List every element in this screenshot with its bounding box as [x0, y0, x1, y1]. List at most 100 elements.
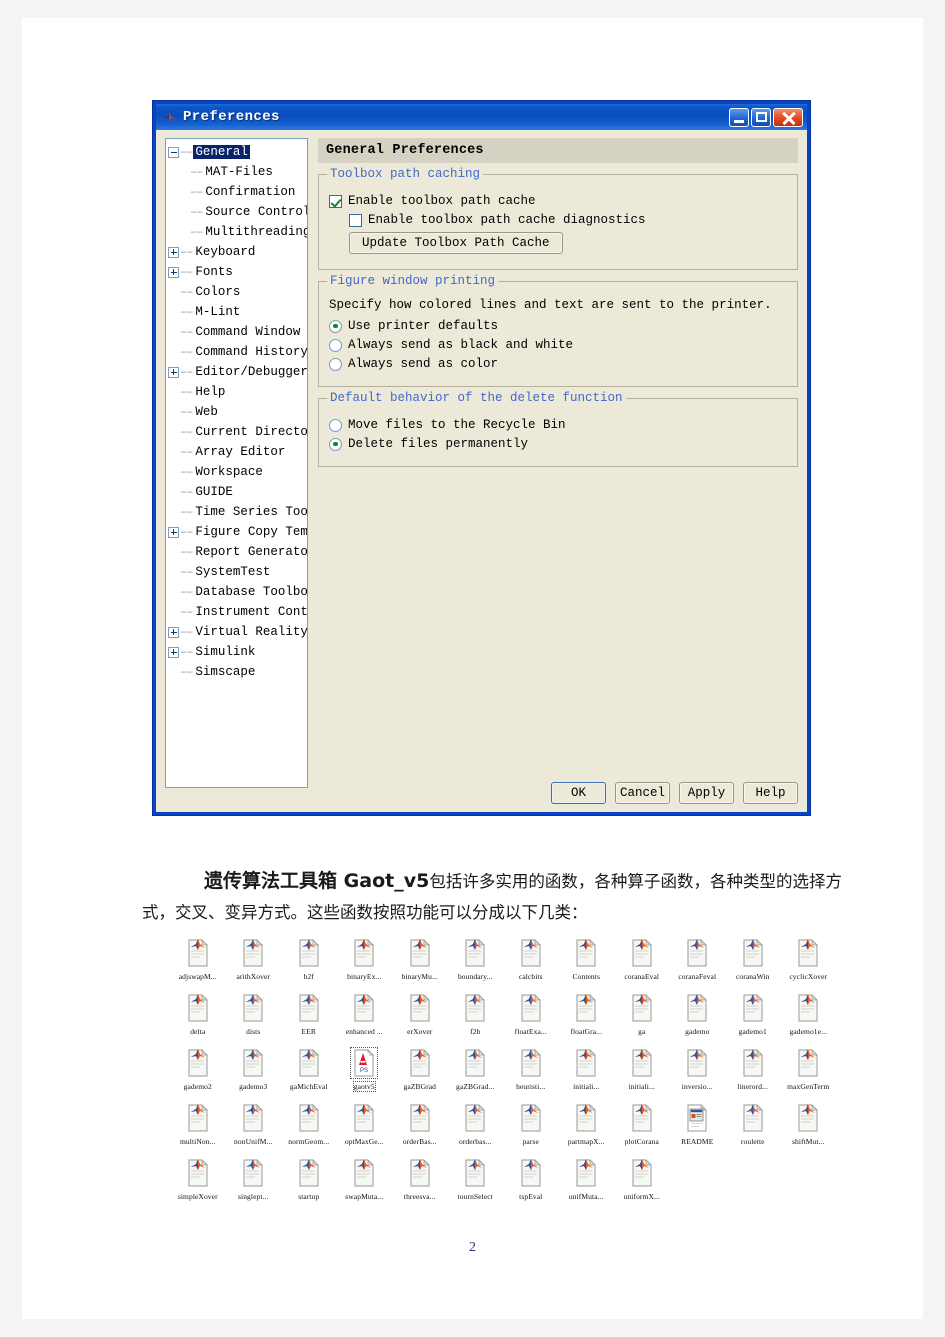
minimize-button[interactable]	[729, 107, 749, 127]
tree-item-colors[interactable]: –– Colors	[168, 282, 307, 302]
enable-diagnostics-checkbox[interactable]	[349, 213, 362, 227]
file-item[interactable]: singlept...	[226, 1155, 282, 1210]
tree-item-simscape[interactable]: –– Simscape	[168, 662, 307, 682]
file-item[interactable]: uniformX...	[614, 1155, 670, 1210]
tree-item-editor-debugger[interactable]: –– Editor/Debugger	[168, 362, 307, 382]
update-toolbox-path-cache-button[interactable]: Update Toolbox Path Cache	[349, 232, 563, 254]
radio-button[interactable]	[329, 338, 342, 352]
tree-item-figure-copy-template[interactable]: ––Figure Copy Template	[168, 522, 307, 542]
tree-item-guide[interactable]: –– GUIDE	[168, 482, 307, 502]
file-item[interactable]: tspEval	[503, 1155, 559, 1210]
file-item[interactable]: arithXover	[226, 935, 282, 990]
tree-item-command-window[interactable]: –– Command Window	[168, 322, 307, 342]
maximize-button[interactable]	[751, 107, 771, 127]
expand-icon[interactable]	[168, 646, 179, 658]
radio-option-row[interactable]: Delete files permanently	[329, 437, 787, 451]
tree-item-multithreading[interactable]: –– Multithreading	[168, 222, 307, 242]
file-item[interactable]: EER	[281, 990, 337, 1045]
tree-item-instrument-control[interactable]: ––Instrument Control	[168, 602, 307, 622]
radio-button[interactable]	[329, 319, 342, 333]
radio-button[interactable]	[329, 357, 342, 371]
file-item[interactable]: parse	[503, 1100, 559, 1155]
tree-item-virtual-reality[interactable]: –– Virtual Reality	[168, 622, 307, 642]
file-item[interactable]: multiNon...	[170, 1100, 226, 1155]
file-item[interactable]: binaryEx...	[337, 935, 393, 990]
help-button[interactable]: Help	[743, 782, 798, 804]
file-item[interactable]: b2f	[281, 935, 337, 990]
tree-item-report-generator[interactable]: –– Report Generator	[168, 542, 307, 562]
tree-item-simulink[interactable]: –– Simulink	[168, 642, 307, 662]
file-item[interactable]: PS gaotv5	[337, 1045, 393, 1100]
file-item[interactable]: floatExa...	[503, 990, 559, 1045]
file-item[interactable]: gaMichEval	[281, 1045, 337, 1100]
expand-icon[interactable]	[168, 526, 179, 538]
enable-diagnostics-row[interactable]: Enable toolbox path cache diagnostics	[349, 213, 787, 227]
tree-item-systemtest[interactable]: –– SystemTest	[168, 562, 307, 582]
file-item[interactable]: maxGenTerm	[781, 1045, 837, 1100]
tree-item-fonts[interactable]: –– Fonts	[168, 262, 307, 282]
file-item[interactable]: normGeom...	[281, 1100, 337, 1155]
file-item[interactable]: erXover	[392, 990, 448, 1045]
radio-button[interactable]	[329, 418, 342, 432]
tree-item-array-editor[interactable]: –– Array Editor	[168, 442, 307, 462]
tree-item-current-directory[interactable]: ––Current Directory	[168, 422, 307, 442]
file-item[interactable]: plotCorana	[614, 1100, 670, 1155]
close-button[interactable]	[773, 107, 803, 127]
enable-toolbox-path-cache-row[interactable]: Enable toolbox path cache	[329, 194, 787, 208]
file-item[interactable]: threesva...	[392, 1155, 448, 1210]
tree-item-mat-files[interactable]: –– MAT-Files	[168, 162, 307, 182]
file-item[interactable]: linerord...	[725, 1045, 781, 1100]
dialog-titlebar[interactable]: Preferences	[156, 104, 807, 130]
radio-option-row[interactable]: Always send as color	[329, 357, 787, 371]
file-item[interactable]: README	[670, 1100, 726, 1155]
tree-item-workspace[interactable]: –– Workspace	[168, 462, 307, 482]
file-item[interactable]: coranaFeval	[670, 935, 726, 990]
file-item[interactable]: startup	[281, 1155, 337, 1210]
expand-icon[interactable]	[168, 366, 179, 378]
file-item[interactable]: delta	[170, 990, 226, 1045]
cancel-button[interactable]: Cancel	[615, 782, 670, 804]
expand-icon[interactable]	[168, 266, 179, 278]
file-item[interactable]: gademo3	[226, 1045, 282, 1100]
tree-item-m-lint[interactable]: –– M-Lint	[168, 302, 307, 322]
apply-button[interactable]: Apply	[679, 782, 734, 804]
file-item[interactable]: shiftMut...	[781, 1100, 837, 1155]
file-item[interactable]: adjswapM...	[170, 935, 226, 990]
tree-item-source-control[interactable]: –– Source Control	[168, 202, 307, 222]
file-item[interactable]: orderBas...	[392, 1100, 448, 1155]
file-item[interactable]: dists	[226, 990, 282, 1045]
tree-item-web[interactable]: –– Web	[168, 402, 307, 422]
expand-icon[interactable]	[168, 626, 179, 638]
file-item[interactable]: boundary...	[448, 935, 504, 990]
file-item[interactable]: nonUnifM...	[226, 1100, 282, 1155]
file-item[interactable]: unifMuta...	[559, 1155, 615, 1210]
file-item[interactable]: gademo1e...	[781, 990, 837, 1045]
file-item[interactable]: cyclicXover	[781, 935, 837, 990]
file-item[interactable]: gaZBGrad...	[448, 1045, 504, 1100]
file-item[interactable]: gademo2	[170, 1045, 226, 1100]
file-item[interactable]: coranaWin	[725, 935, 781, 990]
file-item[interactable]: f2b	[448, 990, 504, 1045]
file-item[interactable]: gaZBGrad	[392, 1045, 448, 1100]
file-item[interactable]: partmapX...	[559, 1100, 615, 1155]
tree-item-command-history[interactable]: –– Command History	[168, 342, 307, 362]
file-item[interactable]: simpleXover	[170, 1155, 226, 1210]
file-item[interactable]: floatGra...	[559, 990, 615, 1045]
radio-button[interactable]	[329, 437, 342, 451]
ok-button[interactable]: OK	[551, 782, 606, 804]
tree-item-confirmation[interactable]: –– Confirmation	[168, 182, 307, 202]
file-item[interactable]: inversio...	[670, 1045, 726, 1100]
file-item[interactable]: calcbits	[503, 935, 559, 990]
radio-option-row[interactable]: Use printer defaults	[329, 319, 787, 333]
file-item[interactable]: swapMuta...	[337, 1155, 393, 1210]
file-item[interactable]: coranaEval	[614, 935, 670, 990]
file-item[interactable]: enhanced ...	[337, 990, 393, 1045]
radio-option-row[interactable]: Move files to the Recycle Bin	[329, 418, 787, 432]
preferences-tree[interactable]: –– General –– MAT-Files –– Confirmation –– Sour…	[165, 138, 308, 788]
file-item[interactable]: gademo	[670, 990, 726, 1045]
file-item[interactable]: tournSelect	[448, 1155, 504, 1210]
tree-item-keyboard[interactable]: –– Keyboard	[168, 242, 307, 262]
expand-icon[interactable]	[168, 246, 179, 258]
file-item[interactable]: initiali...	[614, 1045, 670, 1100]
file-item[interactable]: ga	[614, 990, 670, 1045]
